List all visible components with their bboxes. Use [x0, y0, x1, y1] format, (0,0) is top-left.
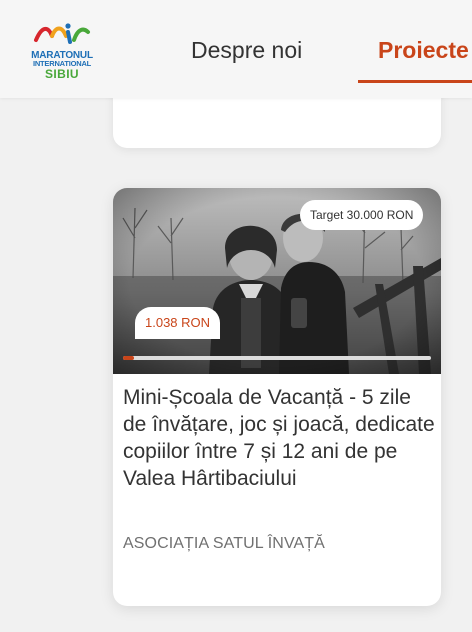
raised-amount-badge: 1.038 RON	[135, 307, 221, 339]
project-title[interactable]: Mini-Școala de Vacanță - 5 zile de învăț…	[123, 384, 435, 492]
site-logo[interactable]: MARATONUL INTERNATIONAL SIBIU	[24, 22, 100, 82]
funding-progress-fill	[123, 356, 134, 360]
runner-logo-icon	[34, 23, 90, 44]
nav-item-despre-noi[interactable]: Despre noi	[191, 36, 302, 64]
nav-active-indicator	[358, 80, 472, 83]
nav-item-proiecte[interactable]: Proiecte	[378, 36, 469, 64]
project-photo: Target 30.000 RON 1.038 RON	[113, 188, 441, 374]
logo-text-line3: SIBIU	[44, 67, 79, 81]
project-card[interactable]: Target 30.000 RON 1.038 RON Mini-Școala …	[113, 188, 441, 606]
project-organization: ASOCIAȚIA SATUL ÎNVAȚĂ	[123, 535, 325, 552]
funding-progress-bar	[123, 356, 431, 360]
site-header: MARATONUL INTERNATIONAL SIBIU Despre noi…	[0, 0, 472, 98]
target-amount-badge: Target 30.000 RON	[300, 200, 424, 230]
